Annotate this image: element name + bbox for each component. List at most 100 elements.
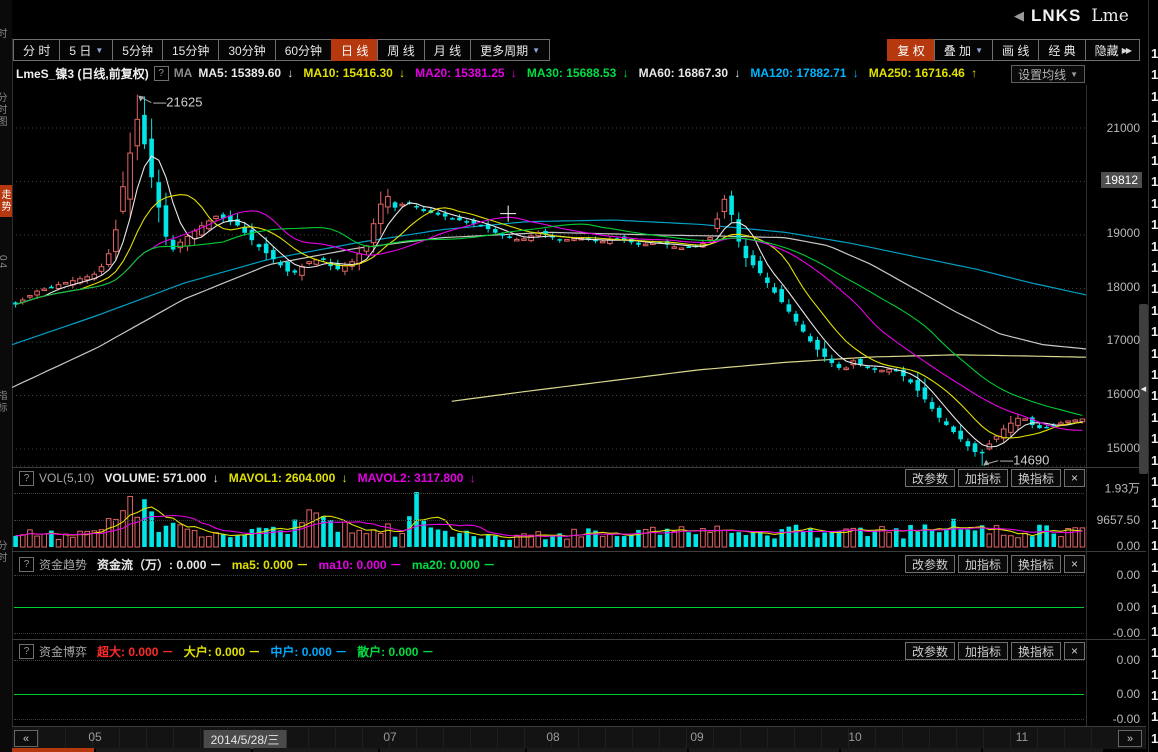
game-legend-item: 散户: 0.000 － <box>357 643 434 660</box>
bottom-tab-fragment[interactable] <box>841 748 981 752</box>
chevron-down-icon: ▼ <box>95 46 103 55</box>
add-indicator-button[interactable]: 加指标 <box>958 469 1008 487</box>
left-rail-item[interactable]: 分时图 <box>0 92 8 128</box>
period-button-0[interactable]: 分 时 <box>13 39 60 61</box>
triangle-left-icon: ◀ <box>1141 385 1146 393</box>
bottom-tab-fragment[interactable] <box>380 748 525 752</box>
period-button-6[interactable]: 日 线 <box>331 39 378 61</box>
tool-button-0[interactable]: 复 权 <box>887 39 934 61</box>
price-axis-label: 19000 <box>1107 226 1140 240</box>
tool-button-label: 画 线 <box>1002 42 1029 59</box>
tool-button-4[interactable]: 隐藏▶▶ <box>1085 39 1140 61</box>
quote-digit-fragment: 1 <box>1151 431 1158 446</box>
main-chart-svg[interactable]: —21625—14690 <box>12 85 1086 467</box>
period-button-5[interactable]: 60分钟 <box>275 39 332 61</box>
bottom-tab-fragment[interactable] <box>689 748 839 752</box>
price-axis-label: 15000 <box>1107 441 1140 455</box>
price-gridlines <box>12 128 1086 466</box>
switch-indicator-button[interactable]: 换指标 <box>1011 469 1061 487</box>
quote-digit-fragment: 1 <box>1151 410 1158 425</box>
svg-text:—14690: —14690 <box>1000 453 1049 467</box>
period-button-2[interactable]: 5分钟 <box>112 39 163 61</box>
quote-digit-fragment: 1 <box>1151 89 1158 104</box>
left-rail-item[interactable]: 04 <box>0 255 8 270</box>
volume-chart[interactable] <box>12 489 1086 548</box>
bottom-tab-fragment[interactable] <box>96 748 251 752</box>
help-icon[interactable]: ? <box>19 471 34 486</box>
add-indicator-button[interactable]: 加指标 <box>958 642 1008 660</box>
period-button-3[interactable]: 15分钟 <box>162 39 219 61</box>
scroll-right-button[interactable]: » <box>1118 730 1142 747</box>
period-button-label: 60分钟 <box>285 42 322 59</box>
scroll-left-button[interactable]: « <box>14 730 38 747</box>
bottom-tab-fragment[interactable] <box>12 748 94 752</box>
quote-digit-fragment: 1 <box>1151 645 1158 660</box>
add-indicator-button[interactable]: 加指标 <box>958 555 1008 573</box>
mavol-lines <box>16 507 1083 538</box>
bottom-tab-fragment[interactable] <box>253 748 378 752</box>
ma-legend-item: MA5: 15389.60 ↓ <box>198 66 293 80</box>
period-toolbar: 分 时 5 日 ▼ 5分钟15分钟30分钟 60分钟日 线周 线月 线更多周期▼ <box>14 39 550 61</box>
left-rail-item[interactable]: 分时 <box>0 540 8 564</box>
symbol-title: LmeS_镍3 (日线,前复权) <box>16 65 149 82</box>
period-button-7[interactable]: 周 线 <box>377 39 424 61</box>
left-rail-item[interactable]: 时 <box>0 28 8 40</box>
modify-params-button[interactable]: 改参数 <box>905 642 955 660</box>
period-button-1[interactable]: 5 日 ▼ <box>59 39 113 61</box>
bottom-tab-fragment[interactable] <box>983 748 1103 752</box>
quote-digit-fragment: 1 <box>1151 538 1158 553</box>
quote-digit-fragment: 1 <box>1151 196 1158 211</box>
symbol-partial-text: Lme <box>1091 6 1128 26</box>
close-panel-button[interactable]: × <box>1064 469 1085 487</box>
help-icon[interactable]: ? <box>19 557 34 572</box>
game-axis-label: 0.00 <box>1117 653 1140 667</box>
period-button-label: 周 线 <box>387 42 414 59</box>
tool-button-2[interactable]: 画 线 <box>992 39 1039 61</box>
vol-legend-item: MAVOL2: 3117.800 ↓ <box>358 471 476 485</box>
left-rail-item[interactable]: 指标 <box>0 390 8 414</box>
period-button-label: 5 日 <box>69 42 91 59</box>
volume-svg[interactable] <box>12 489 1086 548</box>
quote-digit-fragment: 1 <box>1151 517 1158 532</box>
ma-lines-short <box>16 156 1083 447</box>
bottom-tab-strip[interactable] <box>12 748 1158 752</box>
vol-panel-header: ?VOL(5,10)VOLUME: 571.000 ↓MAVOL1: 2604.… <box>14 468 486 488</box>
modify-params-button[interactable]: 改参数 <box>905 469 955 487</box>
help-icon[interactable]: ? <box>19 644 34 659</box>
vol-panel-title: VOL(5,10) <box>39 471 94 485</box>
switch-indicator-button[interactable]: 换指标 <box>1011 642 1061 660</box>
left-rail-active-tab[interactable]: 走势 <box>0 185 12 217</box>
bottom-tab-fragment[interactable] <box>527 748 687 752</box>
modify-params-button[interactable]: 改参数 <box>905 555 955 573</box>
panel-separator <box>12 551 1146 552</box>
close-panel-button[interactable]: × <box>1064 642 1085 660</box>
quote-digit-fragment: 1 <box>1151 474 1158 489</box>
chevron-left-icon[interactable]: ◀ <box>1014 8 1024 24</box>
period-button-label: 分 时 <box>23 42 50 59</box>
quote-digit-fragment: 1 <box>1151 174 1158 189</box>
quote-digit-fragment: 1 <box>1151 303 1158 318</box>
trend-panel-header: ?资金趋势资金流（万）: 0.000 －ma5: 0.000 －ma10: 0.… <box>14 554 505 574</box>
switch-indicator-button[interactable]: 换指标 <box>1011 555 1061 573</box>
trend-panel-title: 资金趋势 <box>39 556 87 573</box>
vol-axis-label: 1.93万 <box>1105 480 1140 497</box>
chevron-down-icon: ▼ <box>532 46 540 55</box>
close-panel-button[interactable]: × <box>1064 555 1085 573</box>
panel-collapse-handle[interactable]: ◀ <box>1139 304 1148 474</box>
period-button-4[interactable]: 30分钟 <box>218 39 275 61</box>
time-label: 09 <box>690 730 703 744</box>
ma-toggle-label[interactable]: MA <box>174 66 193 80</box>
time-label: 08 <box>546 730 559 744</box>
candlestick-chart[interactable]: —21625—14690 <box>12 85 1086 467</box>
tool-button-1[interactable]: 叠 加▼ <box>934 39 993 61</box>
game-legend-item: 大户: 0.000 － <box>184 643 261 660</box>
period-button-8[interactable]: 月 线 <box>424 39 471 61</box>
help-icon[interactable]: ? <box>154 66 169 81</box>
time-label: 11 <box>1016 730 1028 744</box>
tool-button-3[interactable]: 经 典 <box>1038 39 1085 61</box>
period-button-9[interactable]: 更多周期▼ <box>470 39 550 61</box>
candles <box>13 95 1084 466</box>
crosshair-price-tag: 19812 <box>1101 172 1142 188</box>
gridline <box>14 660 1084 661</box>
ma-settings-button[interactable]: 设置均线 ▼ <box>1011 65 1085 83</box>
